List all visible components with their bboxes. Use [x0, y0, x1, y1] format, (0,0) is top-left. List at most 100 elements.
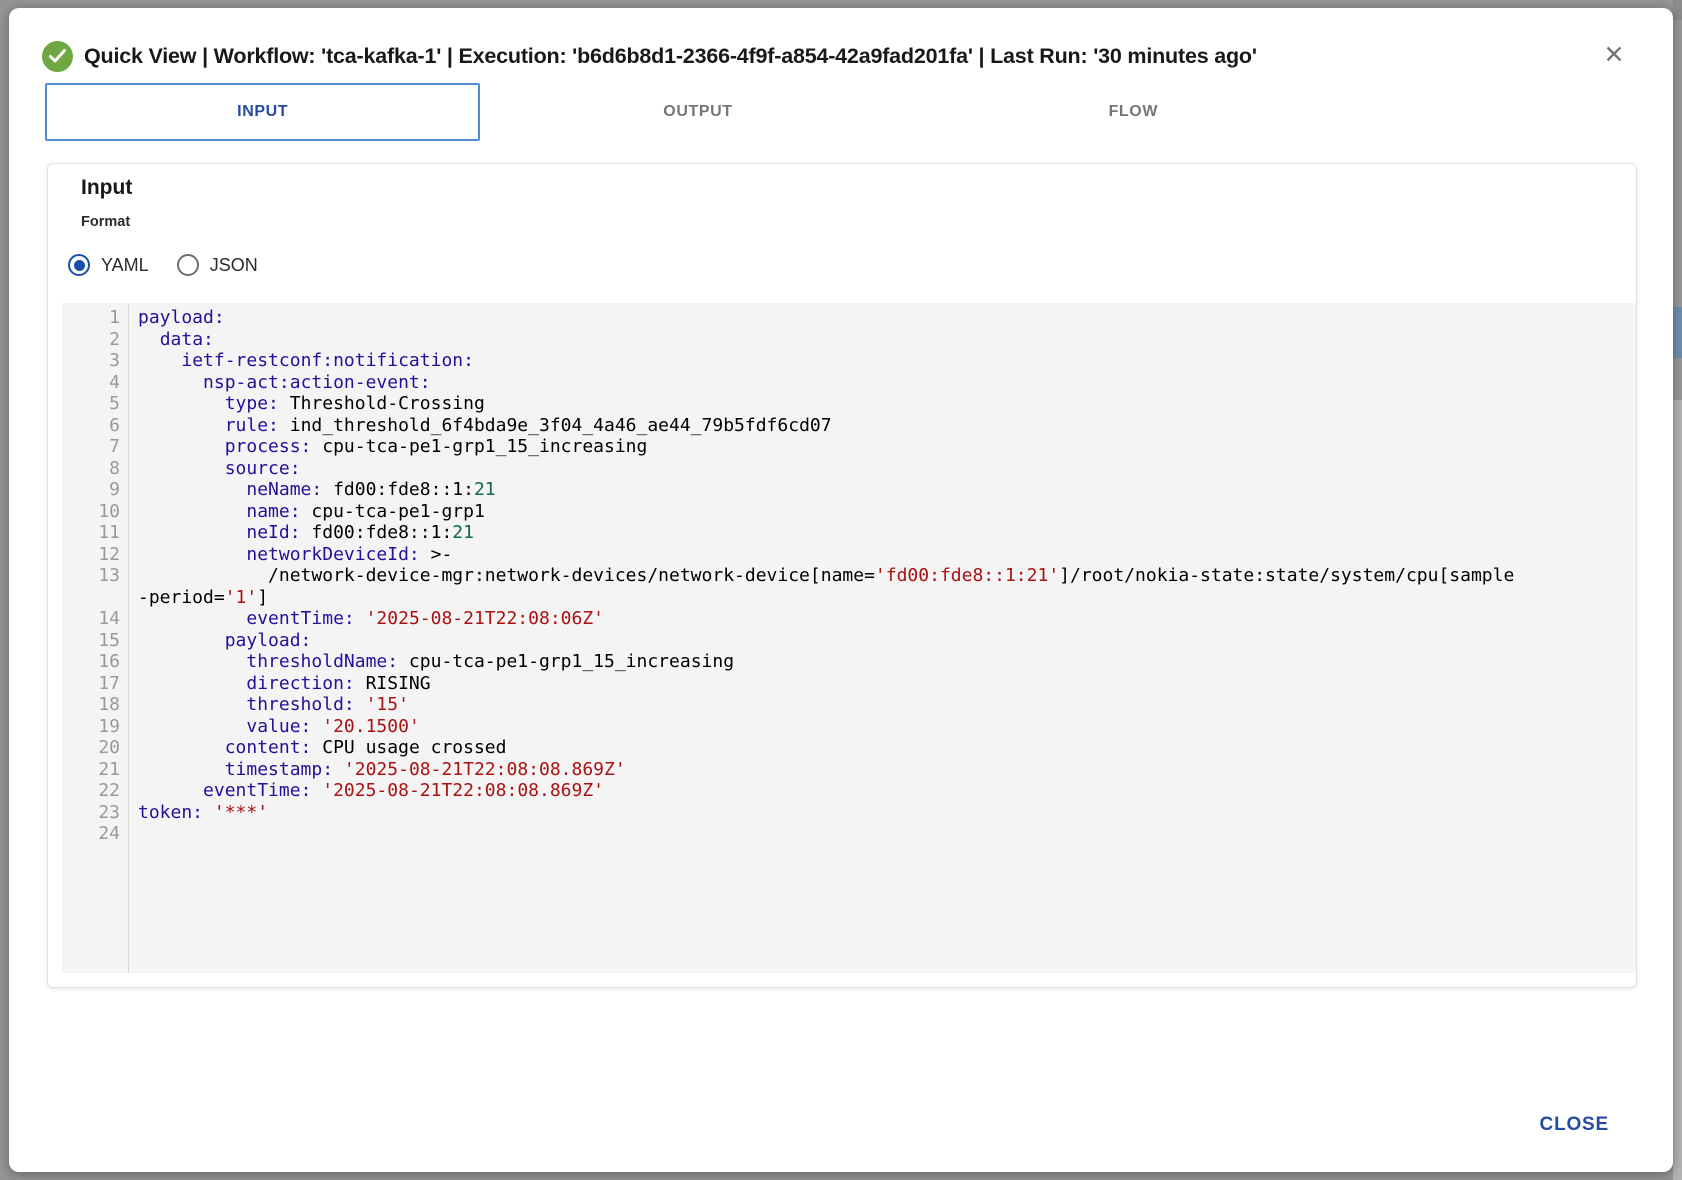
code-line: 21 timestamp: '2025-08-21T22:08:08.869Z': [62, 759, 1636, 781]
tab-input[interactable]: INPUT: [45, 83, 480, 141]
code-line-text: rule: ind_threshold_6f4bda9e_3f04_4a46_a…: [129, 415, 1521, 437]
line-number: 5: [62, 393, 129, 415]
close-button[interactable]: CLOSE: [1540, 1114, 1609, 1136]
line-number: 2: [62, 329, 129, 351]
page-scrollbar-fragment: [1673, 307, 1682, 358]
format-label: Format: [81, 214, 130, 230]
line-number: 11: [62, 522, 129, 544]
line-number: 6: [62, 415, 129, 437]
line-number: 14: [62, 608, 129, 630]
line-number: 8: [62, 458, 129, 480]
code-line-text: direction: RISING: [129, 673, 1521, 695]
code-line: 4 nsp-act:action-event:: [62, 372, 1636, 394]
background-fragment: [1673, 358, 1682, 400]
line-number: 10: [62, 501, 129, 523]
code-line: 7 process: cpu-tca-pe1-grp1_15_increasin…: [62, 436, 1636, 458]
radio-selected-icon[interactable]: [68, 254, 90, 276]
code-line: 9 neName: fd00:fde8::1:21: [62, 479, 1636, 501]
code-line: 19 value: '20.1500': [62, 716, 1636, 738]
code-line-text: data:: [129, 329, 1521, 351]
line-number: 20: [62, 737, 129, 759]
line-number: 3: [62, 350, 129, 372]
background-page-edge: [1673, 0, 1682, 1180]
line-number: 19: [62, 716, 129, 738]
code-line-text: eventTime: '2025-08-21T22:08:06Z': [129, 608, 1521, 630]
code-line-text: nsp-act:action-event:: [129, 372, 1521, 394]
line-number: 13: [62, 565, 129, 587]
quick-view-dialog: Quick View | Workflow: 'tca-kafka-1' | E…: [9, 8, 1673, 1172]
code-line: 16 thresholdName: cpu-tca-pe1-grp1_15_in…: [62, 651, 1636, 673]
code-lines: 1payload:2 data:3 ietf-restconf:notifica…: [62, 303, 1636, 845]
background-fragment: [1673, 400, 1682, 1180]
code-line-text: payload:: [129, 307, 1521, 329]
code-line: 22 eventTime: '2025-08-21T22:08:08.869Z': [62, 780, 1636, 802]
code-line: 13 /network-device-mgr:network-devices/n…: [62, 565, 1636, 608]
code-line: 6 rule: ind_threshold_6f4bda9e_3f04_4a46…: [62, 415, 1636, 437]
line-number: 18: [62, 694, 129, 716]
code-line-text: process: cpu-tca-pe1-grp1_15_increasing: [129, 436, 1521, 458]
code-line: 5 type: Threshold-Crossing: [62, 393, 1636, 415]
code-line: 3 ietf-restconf:notification:: [62, 350, 1636, 372]
json-radio-label: JSON: [210, 255, 258, 276]
line-number: 24: [62, 823, 129, 845]
background-fragment: [1673, 0, 1682, 20]
code-line: 8 source:: [62, 458, 1636, 480]
code-line-text: name: cpu-tca-pe1-grp1: [129, 501, 1521, 523]
code-line-text: timestamp: '2025-08-21T22:08:08.869Z': [129, 759, 1521, 781]
code-line-text: type: Threshold-Crossing: [129, 393, 1521, 415]
code-line-text: /network-device-mgr:network-devices/netw…: [129, 565, 1521, 608]
format-radio-group: YAML JSON: [68, 254, 258, 276]
code-line-text: thresholdName: cpu-tca-pe1-grp1_15_incre…: [129, 651, 1521, 673]
code-line-text: threshold: '15': [129, 694, 1521, 716]
line-number: 7: [62, 436, 129, 458]
code-line-text: networkDeviceId: >-: [129, 544, 1521, 566]
close-icon[interactable]: ✕: [1599, 40, 1629, 70]
code-editor[interactable]: 1payload:2 data:3 ietf-restconf:notifica…: [62, 303, 1636, 973]
code-line-text: eventTime: '2025-08-21T22:08:08.869Z': [129, 780, 1521, 802]
background-fragment: [1673, 20, 1682, 307]
code-line-text: content: CPU usage crossed: [129, 737, 1521, 759]
tab-bar: INPUT OUTPUT FLOW: [45, 83, 1351, 141]
code-line: 12 networkDeviceId: >-: [62, 544, 1636, 566]
yaml-radio[interactable]: YAML: [68, 254, 149, 276]
code-line: 15 payload:: [62, 630, 1636, 652]
line-number: 1: [62, 307, 129, 329]
line-number: 16: [62, 651, 129, 673]
code-line: 24: [62, 823, 1636, 845]
panel-title: Input: [81, 176, 132, 200]
line-number: 15: [62, 630, 129, 652]
code-line-text: neName: fd00:fde8::1:21: [129, 479, 1521, 501]
code-line-text: [129, 823, 1521, 845]
success-check-icon: [42, 41, 73, 72]
code-line-text: value: '20.1500': [129, 716, 1521, 738]
line-number: 23: [62, 802, 129, 824]
yaml-radio-label: YAML: [101, 255, 149, 276]
line-number: 12: [62, 544, 129, 566]
dialog-header: Quick View | Workflow: 'tca-kafka-1' | E…: [42, 34, 1583, 78]
line-number: 4: [62, 372, 129, 394]
json-radio[interactable]: JSON: [177, 254, 258, 276]
code-line: 10 name: cpu-tca-pe1-grp1: [62, 501, 1636, 523]
code-line: 11 neId: fd00:fde8::1:21: [62, 522, 1636, 544]
code-line: 23token: '***': [62, 802, 1636, 824]
code-line-text: source:: [129, 458, 1521, 480]
line-number: 21: [62, 759, 129, 781]
code-line: 17 direction: RISING: [62, 673, 1636, 695]
line-number: 22: [62, 780, 129, 802]
code-line-text: token: '***': [129, 802, 1521, 824]
code-line: 18 threshold: '15': [62, 694, 1636, 716]
code-line: 2 data:: [62, 329, 1636, 351]
code-line-text: neId: fd00:fde8::1:21: [129, 522, 1521, 544]
radio-unselected-icon[interactable]: [177, 254, 199, 276]
code-line-text: payload:: [129, 630, 1521, 652]
line-number: 9: [62, 479, 129, 501]
code-line-text: ietf-restconf:notification:: [129, 350, 1521, 372]
tab-flow[interactable]: FLOW: [916, 83, 1351, 141]
input-panel: Input Format YAML JSON 1payload:2 data:3…: [47, 163, 1637, 988]
dialog-title: Quick View | Workflow: 'tca-kafka-1' | E…: [84, 44, 1257, 69]
line-number: 17: [62, 673, 129, 695]
code-line: 14 eventTime: '2025-08-21T22:08:06Z': [62, 608, 1636, 630]
code-line: 1payload:: [62, 307, 1636, 329]
code-line: 20 content: CPU usage crossed: [62, 737, 1636, 759]
tab-output[interactable]: OUTPUT: [480, 83, 915, 141]
